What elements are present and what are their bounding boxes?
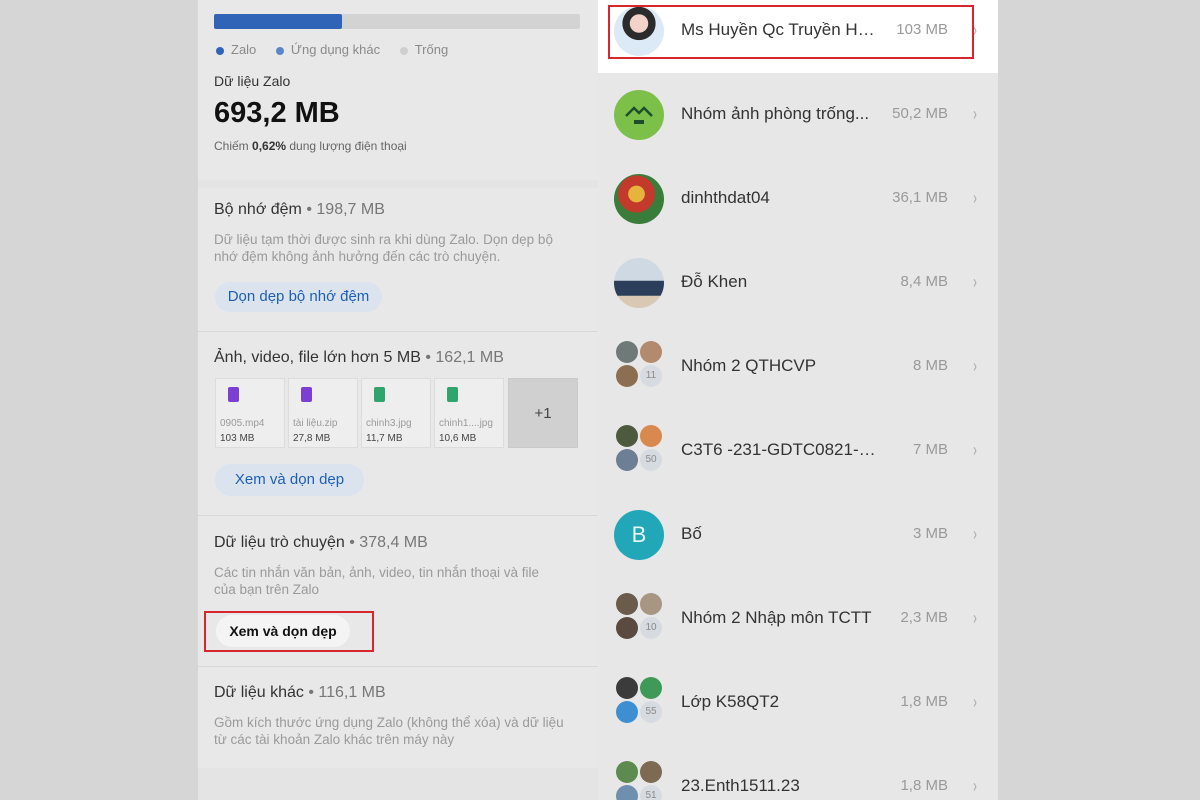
group-member-avatar xyxy=(640,341,662,363)
large-file-tile[interactable]: chinh3.jpg 11,7 MB xyxy=(361,378,431,448)
chevron-right-icon: › xyxy=(973,188,977,208)
other-data-description-line1: Gồm kích thước ứng dụng Zalo (không thể … xyxy=(214,715,564,730)
conversation-row[interactable]: Đỗ Khen 8,4 MB › xyxy=(598,241,998,325)
cache-description-line2: nhớ đệm không ảnh hưởng đến các trò chuy… xyxy=(214,249,501,264)
large-file-tile[interactable]: tài liệu.zip 27,8 MB xyxy=(288,378,358,448)
group-member-avatar xyxy=(616,677,638,699)
other-data-section-title: Dữ liệu khác • 116,1 MB xyxy=(214,684,386,701)
divider xyxy=(198,331,598,332)
member-count-badge: 55 xyxy=(640,701,662,723)
storage-summary-card: Zalo Ứng dụng khác Trống Dữ liệu Zalo 69… xyxy=(198,0,598,180)
group-member-avatar xyxy=(640,425,662,447)
chevron-right-icon: › xyxy=(973,524,977,544)
chevron-right-icon: › xyxy=(973,440,977,460)
group-member-avatar xyxy=(616,425,638,447)
group-member-avatar xyxy=(616,341,638,363)
group-member-avatar xyxy=(616,617,638,639)
conversation-row[interactable]: 55 Lớp K58QT2 1,8 MB › xyxy=(598,661,998,745)
chat-data-description-line2: của bạn trên Zalo xyxy=(214,582,320,597)
view-large-files-button[interactable]: Xem và dọn dẹp xyxy=(215,464,364,496)
conversation-storage-list: Ms Huyền Qc Truyền Hình 103 MB › Nhóm ản… xyxy=(598,0,998,800)
avatar xyxy=(614,90,664,140)
storage-usage-fill-zalo xyxy=(214,14,343,29)
legend-dot-other-apps xyxy=(275,46,284,55)
divider xyxy=(198,666,598,667)
group-member-avatar xyxy=(640,761,662,783)
highlight-chat-data-button xyxy=(204,611,374,652)
zalo-data-label: Dữ liệu Zalo xyxy=(214,73,291,89)
member-count-badge: 11 xyxy=(640,365,662,387)
avatar: B xyxy=(614,510,664,560)
chevron-right-icon: › xyxy=(973,272,977,292)
chat-data-section-title: Dữ liệu trò chuyện • 378,4 MB xyxy=(214,534,428,551)
storage-legend: Zalo Ứng dụng khác Trống xyxy=(216,42,448,57)
conversation-row[interactable]: dinhthdat04 36,1 MB › xyxy=(598,157,998,241)
image-file-icon xyxy=(447,387,458,402)
storage-detail-panel: Zalo Ứng dụng khác Trống Dữ liệu Zalo 69… xyxy=(198,0,598,800)
avatar xyxy=(614,174,664,224)
image-file-icon xyxy=(374,387,385,402)
chevron-right-icon: › xyxy=(973,608,977,628)
legend-dot-free xyxy=(399,46,408,55)
group-member-avatar xyxy=(616,785,638,800)
more-files-tile[interactable]: +1 xyxy=(508,378,578,448)
chevron-right-icon: › xyxy=(973,776,977,796)
chevron-right-icon: › xyxy=(973,692,977,712)
legend-zalo: Zalo xyxy=(216,42,256,57)
chevron-right-icon: › xyxy=(973,356,977,376)
legend-free: Trống xyxy=(399,42,448,57)
member-count-badge: 51 xyxy=(640,785,662,800)
zip-file-icon xyxy=(301,387,312,402)
conversation-row[interactable]: B Bố 3 MB › xyxy=(598,493,998,577)
member-count-badge: 50 xyxy=(640,449,662,471)
group-member-avatar xyxy=(640,677,662,699)
storage-usage-bar xyxy=(214,14,580,29)
cache-section-title: Bộ nhớ đệm • 198,7 MB xyxy=(214,201,385,218)
cache-description-line1: Dữ liệu tạm thời được sinh ra khi dùng Z… xyxy=(214,232,553,247)
conversation-row[interactable]: Nhóm ảnh phòng trống... 50,2 MB › xyxy=(598,73,998,157)
chat-data-description-line1: Các tin nhắn văn bản, ảnh, video, tin nh… xyxy=(214,565,539,580)
clear-cache-button[interactable]: Dọn dẹp bộ nhớ đệm xyxy=(215,282,382,312)
avatar xyxy=(614,258,664,308)
zalo-data-total: 693,2 MB xyxy=(214,97,340,129)
highlight-top-conversation xyxy=(608,5,974,59)
group-member-avatar xyxy=(616,761,638,783)
video-file-icon xyxy=(228,387,239,402)
conversation-row[interactable]: 50 C3T6 -231-GDTC0821-15 B... 7 MB › xyxy=(598,409,998,493)
divider xyxy=(198,515,598,516)
group-member-avatar xyxy=(616,593,638,615)
member-count-badge: 10 xyxy=(640,617,662,639)
large-file-tile[interactable]: chinh1....jpg 10,6 MB xyxy=(434,378,504,448)
other-data-description-line2: từ các tài khoản Zalo khác trên máy này xyxy=(214,732,455,747)
chevron-right-icon: › xyxy=(973,104,977,124)
group-member-avatar xyxy=(616,365,638,387)
legend-other-apps: Ứng dụng khác xyxy=(275,42,380,57)
conversation-row[interactable]: 51 23.Enth1511.23 1,8 MB › xyxy=(598,745,998,800)
conversation-row[interactable]: 11 Nhóm 2 QTHCVP 8 MB › xyxy=(598,325,998,409)
conversation-row[interactable]: 10 Nhóm 2 Nhập môn TCTT 2,3 MB › xyxy=(598,577,998,661)
legend-dot-zalo xyxy=(216,46,224,55)
group-member-avatar xyxy=(640,593,662,615)
large-file-tile[interactable]: 0905.mp4 103 MB xyxy=(215,378,285,448)
house-logo-icon xyxy=(625,106,653,124)
group-member-avatar xyxy=(616,449,638,471)
phone-share-text: Chiếm 0,62% dung lượng điện thoại xyxy=(214,139,407,153)
group-member-avatar xyxy=(616,701,638,723)
large-files-section-title: Ảnh, video, file lớn hơn 5 MB • 162,1 MB xyxy=(214,349,504,366)
